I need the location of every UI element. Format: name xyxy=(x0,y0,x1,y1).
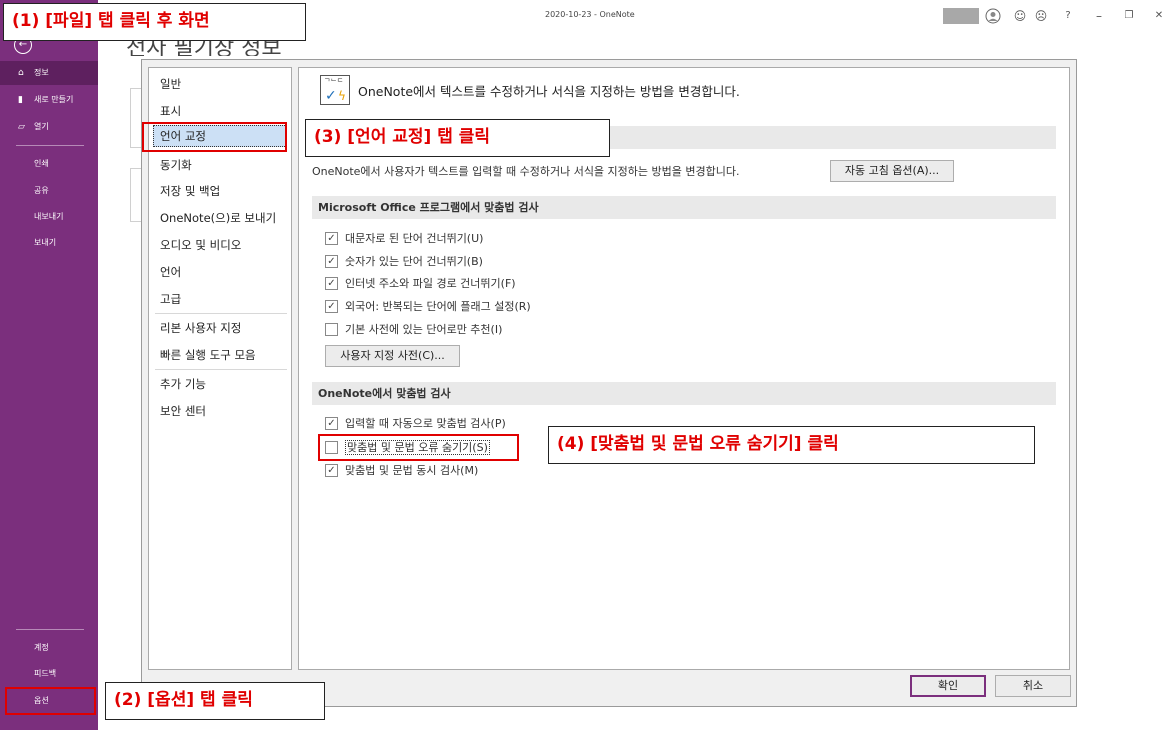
checkbox[interactable]: ✓ xyxy=(325,255,338,268)
nav-divider xyxy=(16,145,84,146)
folder-icon: ▱ xyxy=(18,122,25,132)
category-audio-video[interactable]: 오디오 및 비디오 xyxy=(160,235,241,255)
nav-item-new[interactable]: ▮ 새로 만들기 xyxy=(0,88,98,112)
category-divider xyxy=(155,369,287,370)
category-language[interactable]: 언어 xyxy=(160,262,181,282)
office-spelling-section-title: Microsoft Office 프로그램에서 맞춤법 검사 xyxy=(312,196,1056,219)
option-label: 숫자가 있는 단어 건너뛰기(B) xyxy=(345,255,483,268)
window-title: 2020-10-23 - OneNote xyxy=(545,10,635,19)
nav-item-label: 인쇄 xyxy=(34,159,49,168)
nav-item-open[interactable]: ▱ 열기 xyxy=(0,115,98,139)
nav-item-label: 보내기 xyxy=(34,238,57,247)
option-label: 입력할 때 자동으로 맞춤법 검사(P) xyxy=(345,417,506,430)
proofing-header-text: OneNote에서 텍스트를 수정하거나 서식을 지정하는 방법을 변경합니다. xyxy=(358,84,740,99)
option-check-as-you-type[interactable]: ✓ 입력할 때 자동으로 맞춤법 검사(P) xyxy=(325,415,506,433)
option-ignore-numbers[interactable]: ✓ 숫자가 있는 단어 건너뛰기(B) xyxy=(325,253,483,271)
nav-item-share[interactable]: 공유 xyxy=(0,179,98,203)
option-flag-repeated-words[interactable]: ✓ 외국어: 반복되는 단어에 플래그 설정(R) xyxy=(325,298,531,316)
highlight-options-tab xyxy=(5,687,96,715)
category-quick-access[interactable]: 빠른 실행 도구 모음 xyxy=(160,345,256,365)
option-ignore-uppercase[interactable]: ✓ 대문자로 된 단어 건너뛰기(U) xyxy=(325,230,483,248)
category-customize-ribbon[interactable]: 리본 사용자 지정 xyxy=(160,318,241,338)
category-send-to-onenote[interactable]: OneNote(으)로 보내기 xyxy=(160,208,276,228)
annotation-step3: (3) [언어 교정] 탭 클릭 xyxy=(305,119,610,157)
nav-item-label: 계정 xyxy=(34,643,49,652)
annotation-step4: (4) [맞춤법 및 문법 오류 숨기기] 클릭 xyxy=(548,426,1035,464)
option-label: 맞춤법 및 문법 동시 검사(M) xyxy=(345,464,479,477)
help-icon[interactable]: ? xyxy=(1060,8,1076,24)
category-display[interactable]: 표시 xyxy=(160,101,181,121)
category-trust-center[interactable]: 보안 센터 xyxy=(160,401,206,421)
restore-icon[interactable]: ❐ xyxy=(1121,8,1137,24)
option-label: 대문자로 된 단어 건너뛰기(U) xyxy=(345,232,484,245)
checkbox[interactable]: ✓ xyxy=(325,277,338,290)
autocorrect-options-button[interactable]: 자동 고침 옵션(A)... xyxy=(830,160,954,182)
nav-item-label: 내보내기 xyxy=(34,212,64,221)
category-list: 일반 표시 언어 교정 동기화 저장 및 백업 OneNote(으)로 보내기 … xyxy=(148,67,292,670)
avatar-icon[interactable] xyxy=(985,8,1001,24)
minimize-icon[interactable]: – xyxy=(1091,8,1107,24)
home-icon: ⌂ xyxy=(18,68,24,78)
category-advanced[interactable]: 고급 xyxy=(160,289,181,309)
nav-item-label: 새로 만들기 xyxy=(34,95,74,104)
nav-item-account[interactable]: 계정 xyxy=(0,636,98,660)
close-icon[interactable]: ✕ xyxy=(1151,8,1167,24)
option-suggest-main-dictionary[interactable]: 기본 사전에 있는 단어로만 추천(I) xyxy=(325,321,502,339)
option-ignore-internet-addresses[interactable]: ✓ 인터넷 주소와 파일 경로 건너뛰기(F) xyxy=(325,275,516,293)
checkbox[interactable]: ✓ xyxy=(325,464,338,477)
nav-divider xyxy=(16,629,84,630)
nav-item-send[interactable]: 보내기 xyxy=(0,231,98,255)
autocorrect-description: OneNote에서 사용자가 텍스트를 입력할 때 수정하거나 서식을 지정하는… xyxy=(312,165,740,178)
backstage-nav: ← ⌂ 정보 ▮ 새로 만들기 ▱ 열기 인쇄 공유 내보내기 보내기 계정 피드백 … xyxy=(0,0,98,730)
frown-icon[interactable]: ☹ xyxy=(1033,8,1049,24)
cancel-button[interactable]: 취소 xyxy=(995,675,1071,697)
category-sync[interactable]: 동기화 xyxy=(160,155,192,175)
nav-item-print[interactable]: 인쇄 xyxy=(0,152,98,176)
category-addins[interactable]: 추가 기능 xyxy=(160,374,206,394)
annotation-step2: (2) [옵션] 탭 클릭 xyxy=(105,682,325,720)
checkbox[interactable]: ✓ xyxy=(325,232,338,245)
annotation-step1: (1) [파일] 탭 클릭 후 화면 xyxy=(3,3,306,41)
category-general[interactable]: 일반 xyxy=(160,74,181,94)
highlight-hide-errors-option xyxy=(318,434,519,461)
ok-button[interactable]: 확인 xyxy=(910,675,986,697)
new-page-icon: ▮ xyxy=(18,95,23,105)
nav-item-label: 열기 xyxy=(34,122,49,131)
onenote-spelling-section-title: OneNote에서 맞춤법 검사 xyxy=(312,382,1056,405)
checkbox[interactable]: ✓ xyxy=(325,300,338,313)
option-label: 인터넷 주소와 파일 경로 건너뛰기(F) xyxy=(345,277,516,290)
nav-item-feedback[interactable]: 피드백 xyxy=(0,662,98,686)
nav-item-label: 정보 xyxy=(34,68,49,77)
checkbox[interactable] xyxy=(325,323,338,336)
category-save-backup[interactable]: 저장 및 백업 xyxy=(160,181,220,201)
option-check-grammar-with-spelling[interactable]: ✓ 맞춤법 및 문법 동시 검사(M) xyxy=(325,462,478,480)
option-label: 외국어: 반복되는 단어에 플래그 설정(R) xyxy=(345,300,531,313)
nav-item-label: 공유 xyxy=(34,186,49,195)
custom-dictionaries-button[interactable]: 사용자 지정 사전(C)... xyxy=(325,345,460,367)
options-content xyxy=(298,67,1070,670)
proofing-abc-check-icon: ᄀᄂᄃ ✓ ϟ xyxy=(320,75,350,105)
nav-item-label: 피드백 xyxy=(34,669,57,678)
smile-icon[interactable]: ☺ xyxy=(1012,8,1028,24)
option-label: 기본 사전에 있는 단어로만 추천(I) xyxy=(345,323,503,336)
checkbox[interactable]: ✓ xyxy=(325,417,338,430)
category-divider xyxy=(155,313,287,314)
nav-item-info[interactable]: ⌂ 정보 xyxy=(0,61,98,85)
highlight-proofing-tab xyxy=(142,122,287,152)
nav-item-export[interactable]: 내보내기 xyxy=(0,205,98,229)
user-name-box[interactable] xyxy=(943,8,979,24)
